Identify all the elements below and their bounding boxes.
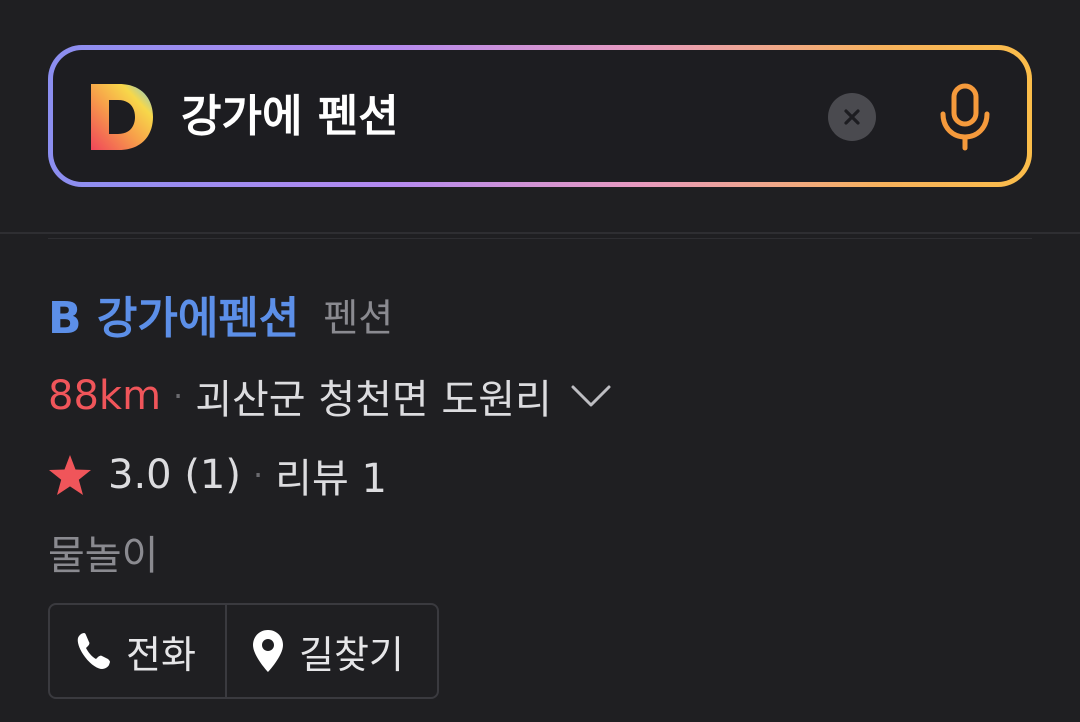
- tag-row: 물놀이: [48, 522, 158, 582]
- map-pin-icon: [251, 628, 285, 674]
- separator-dot: ·: [253, 456, 264, 494]
- separator-dot: ·: [173, 377, 184, 415]
- directions-button[interactable]: 길찾기: [227, 605, 437, 697]
- microphone-icon: [940, 83, 990, 151]
- rating-value: 3.0 (1): [108, 452, 241, 498]
- place-name[interactable]: B 강가에펜션: [48, 282, 299, 346]
- place-tag: 물놀이: [48, 533, 159, 579]
- phone-icon: [76, 631, 112, 671]
- list-divider: [48, 238, 1032, 239]
- address-row[interactable]: 88km · 괴산군 청천면 도원리: [48, 366, 612, 426]
- address-text: 괴산군 청천면 도원리: [195, 377, 552, 423]
- result-title-row[interactable]: B 강가에펜션 펜션: [48, 284, 393, 344]
- search-bar-inner[interactable]: 강가에 펜션: [53, 50, 1027, 182]
- search-input[interactable]: 강가에 펜션: [181, 80, 399, 154]
- action-buttons: 전화 길찾기: [48, 603, 439, 699]
- header-divider: [0, 232, 1080, 234]
- chevron-down-icon[interactable]: [570, 384, 612, 408]
- close-icon: [844, 109, 860, 125]
- call-label: 전화: [126, 632, 196, 677]
- search-bar[interactable]: 강가에 펜션: [48, 45, 1032, 187]
- app-logo: [91, 84, 153, 150]
- distance-text: 88km: [48, 373, 162, 419]
- search-header: 강가에 펜션: [0, 0, 1080, 233]
- star-icon: [48, 454, 92, 496]
- voice-search-button[interactable]: [933, 80, 997, 154]
- directions-label: 길찾기: [299, 632, 404, 677]
- rating-row[interactable]: 3.0 (1) · 리뷰 1: [48, 445, 387, 505]
- call-button[interactable]: 전화: [50, 605, 227, 697]
- review-count[interactable]: 리뷰 1: [275, 446, 387, 504]
- place-category: 펜션: [323, 295, 394, 340]
- clear-search-button[interactable]: [828, 93, 876, 141]
- search-results-page: 강가에 펜션 B 강가에펜션 펜션 88km · 괴산군 청천면 도원리 3.0…: [0, 0, 1080, 722]
